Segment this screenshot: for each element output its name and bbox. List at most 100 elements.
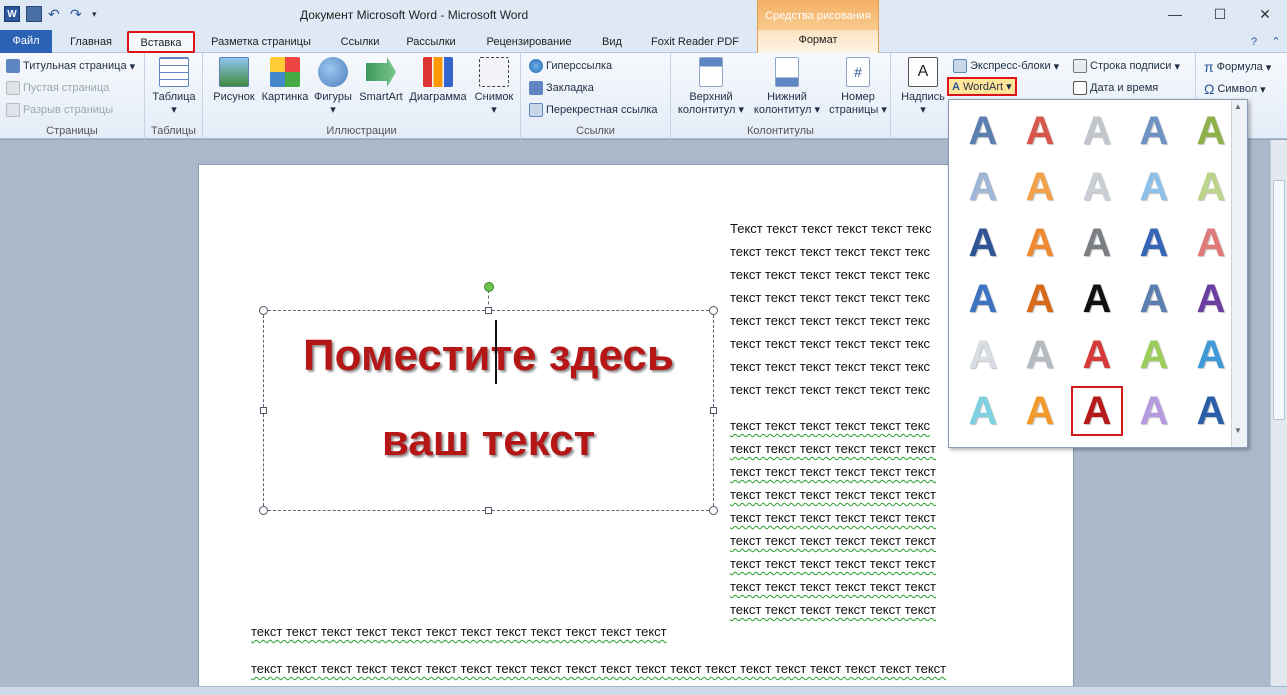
tab-mailings[interactable]: Рассылки: [398, 32, 464, 53]
scroll-up-icon[interactable]: ▲: [1234, 102, 1242, 111]
wordart-button[interactable]: A WordArt ▾: [947, 77, 1017, 96]
smartart-button[interactable]: SmartArt: [355, 57, 407, 104]
minimize-button[interactable]: —: [1160, 4, 1190, 24]
page-number-button[interactable]: # Номер страницы ▾: [827, 57, 889, 117]
undo-icon[interactable]: ↶: [48, 6, 64, 22]
ribbon-tabs: Файл Главная Вставка Разметка страницы С…: [0, 30, 1287, 53]
wordart-style-11[interactable]: A: [957, 218, 1009, 268]
wordart-style-20[interactable]: A: [1185, 274, 1237, 324]
date-time-button[interactable]: Дата и время: [1073, 81, 1158, 95]
bookmark-button[interactable]: Закладка: [529, 81, 594, 95]
wordart-style-5[interactable]: A: [1185, 106, 1237, 156]
wordart-style-17[interactable]: A: [1014, 274, 1066, 324]
wordart-text-box[interactable]: Поместите здесь ваш текст: [263, 310, 714, 511]
equation-button[interactable]: π Формула ▾: [1204, 59, 1271, 75]
rotation-handle[interactable]: [484, 282, 494, 292]
resize-handle-right[interactable]: [710, 407, 717, 414]
wordart-style-13[interactable]: A: [1071, 218, 1123, 268]
cross-reference-button[interactable]: Перекрестная ссылка: [529, 103, 658, 117]
vertical-scrollbar[interactable]: [1270, 140, 1287, 686]
chart-button[interactable]: Диаграмма: [407, 57, 469, 104]
wordart-style-23[interactable]: A: [1071, 330, 1123, 380]
clipart-button[interactable]: Картинка: [259, 57, 311, 104]
resize-handle-bottom[interactable]: [485, 507, 492, 514]
wordart-style-25[interactable]: A: [1185, 330, 1237, 380]
resize-handle-top[interactable]: [485, 307, 492, 314]
wordart-style-16[interactable]: A: [957, 274, 1009, 324]
group-label-illustrations: Иллюстрации: [326, 125, 397, 137]
tab-home[interactable]: Главная: [62, 32, 120, 53]
wordart-style-letter: A: [1082, 277, 1112, 321]
scrollbar-thumb[interactable]: [1273, 180, 1285, 420]
symbol-button[interactable]: Ω Символ ▾: [1204, 81, 1266, 97]
resize-handle-top-right[interactable]: [709, 306, 718, 315]
wordart-style-6[interactable]: A: [957, 162, 1009, 212]
footer-button[interactable]: Нижний колонтитул ▾: [751, 57, 823, 117]
cover-page-button[interactable]: Титульная страница ▾: [6, 59, 135, 73]
group-illustrations: Рисунок Картинка Фигуры ▾ SmartArt Диагра…: [203, 53, 521, 139]
wordart-style-22[interactable]: A: [1014, 330, 1066, 380]
hyperlink-button[interactable]: Гиперссылка: [529, 59, 612, 73]
tab-insert[interactable]: Вставка: [127, 31, 195, 53]
drawing-tools-context-header: Средства рисования: [757, 0, 879, 30]
picture-button[interactable]: Рисунок: [209, 57, 259, 104]
resize-handle-bottom-right[interactable]: [709, 506, 718, 515]
wordart-style-21[interactable]: A: [957, 330, 1009, 380]
text-box-button[interactable]: A Надпись ▾: [897, 57, 949, 117]
maximize-button[interactable]: ☐: [1205, 4, 1235, 24]
signature-line-button[interactable]: Строка подписи ▾: [1073, 59, 1180, 73]
wordart-style-14[interactable]: A: [1128, 218, 1180, 268]
scroll-down-icon[interactable]: ▼: [1234, 426, 1242, 435]
tab-view[interactable]: Вид: [592, 32, 632, 53]
wordart-style-26[interactable]: A: [957, 386, 1009, 436]
gallery-scrollbar[interactable]: ▲ ▼: [1231, 100, 1247, 447]
resize-handle-left[interactable]: [260, 407, 267, 414]
wordart-style-12[interactable]: A: [1014, 218, 1066, 268]
resize-handle-bottom-left[interactable]: [259, 506, 268, 515]
wordart-style-15[interactable]: A: [1185, 218, 1237, 268]
wordart-style-4[interactable]: A: [1128, 106, 1180, 156]
tab-format[interactable]: Формат: [757, 30, 879, 53]
wordart-style-28[interactable]: A: [1071, 386, 1123, 436]
text-line: текст текст текст текст текст текс: [730, 244, 931, 259]
screenshot-button[interactable]: Снимок ▾: [469, 57, 519, 117]
picture-icon: [219, 57, 249, 87]
tab-review[interactable]: Рецензирование: [476, 32, 582, 53]
wordart-style-1[interactable]: A: [957, 106, 1009, 156]
header-button[interactable]: Верхний колонтитул ▾: [675, 57, 747, 117]
collapse-ribbon-icon[interactable]: ⌃: [1268, 32, 1284, 53]
wordart-style-7[interactable]: A: [1014, 162, 1066, 212]
shapes-button[interactable]: Фигуры ▾: [311, 57, 355, 117]
customize-qat-icon[interactable]: ▾: [92, 6, 108, 22]
resize-handle-top-left[interactable]: [259, 306, 268, 315]
help-icon[interactable]: ?: [1246, 32, 1262, 53]
wordart-style-3[interactable]: A: [1071, 106, 1123, 156]
wordart-style-8[interactable]: A: [1071, 162, 1123, 212]
tab-file[interactable]: Файл: [0, 30, 52, 53]
wordart-style-24[interactable]: A: [1128, 330, 1180, 380]
close-button[interactable]: ✕: [1250, 4, 1280, 24]
wordart-line-2: ваш текст: [381, 416, 596, 465]
wordart-style-letter: A: [968, 277, 998, 321]
clipart-icon: [270, 57, 300, 87]
tab-references[interactable]: Ссылки: [330, 32, 390, 53]
wordart-style-27[interactable]: A: [1014, 386, 1066, 436]
quick-parts-button[interactable]: Экспресс-блоки ▾: [953, 59, 1059, 73]
wordart-style-29[interactable]: A: [1128, 386, 1180, 436]
word-logo-icon[interactable]: W: [4, 6, 20, 22]
tab-page-layout[interactable]: Разметка страницы: [203, 32, 319, 53]
wordart-style-letter: A: [1082, 389, 1112, 433]
wordart-style-9[interactable]: A: [1128, 162, 1180, 212]
save-icon[interactable]: [26, 6, 42, 22]
wordart-style-19[interactable]: A: [1128, 274, 1180, 324]
tab-foxit-reader[interactable]: Foxit Reader PDF: [642, 32, 748, 53]
wordart-style-18[interactable]: A: [1071, 274, 1123, 324]
redo-icon[interactable]: ↷: [70, 6, 86, 22]
footer-icon: [775, 57, 799, 87]
wordart-style-10[interactable]: A: [1185, 162, 1237, 212]
wordart-style-2[interactable]: A: [1014, 106, 1066, 156]
wordart-style-30[interactable]: A: [1185, 386, 1237, 436]
table-button[interactable]: Таблица ▾: [149, 57, 199, 117]
wordart-style-letter: A: [1196, 221, 1226, 265]
shapes-icon: [318, 57, 348, 87]
